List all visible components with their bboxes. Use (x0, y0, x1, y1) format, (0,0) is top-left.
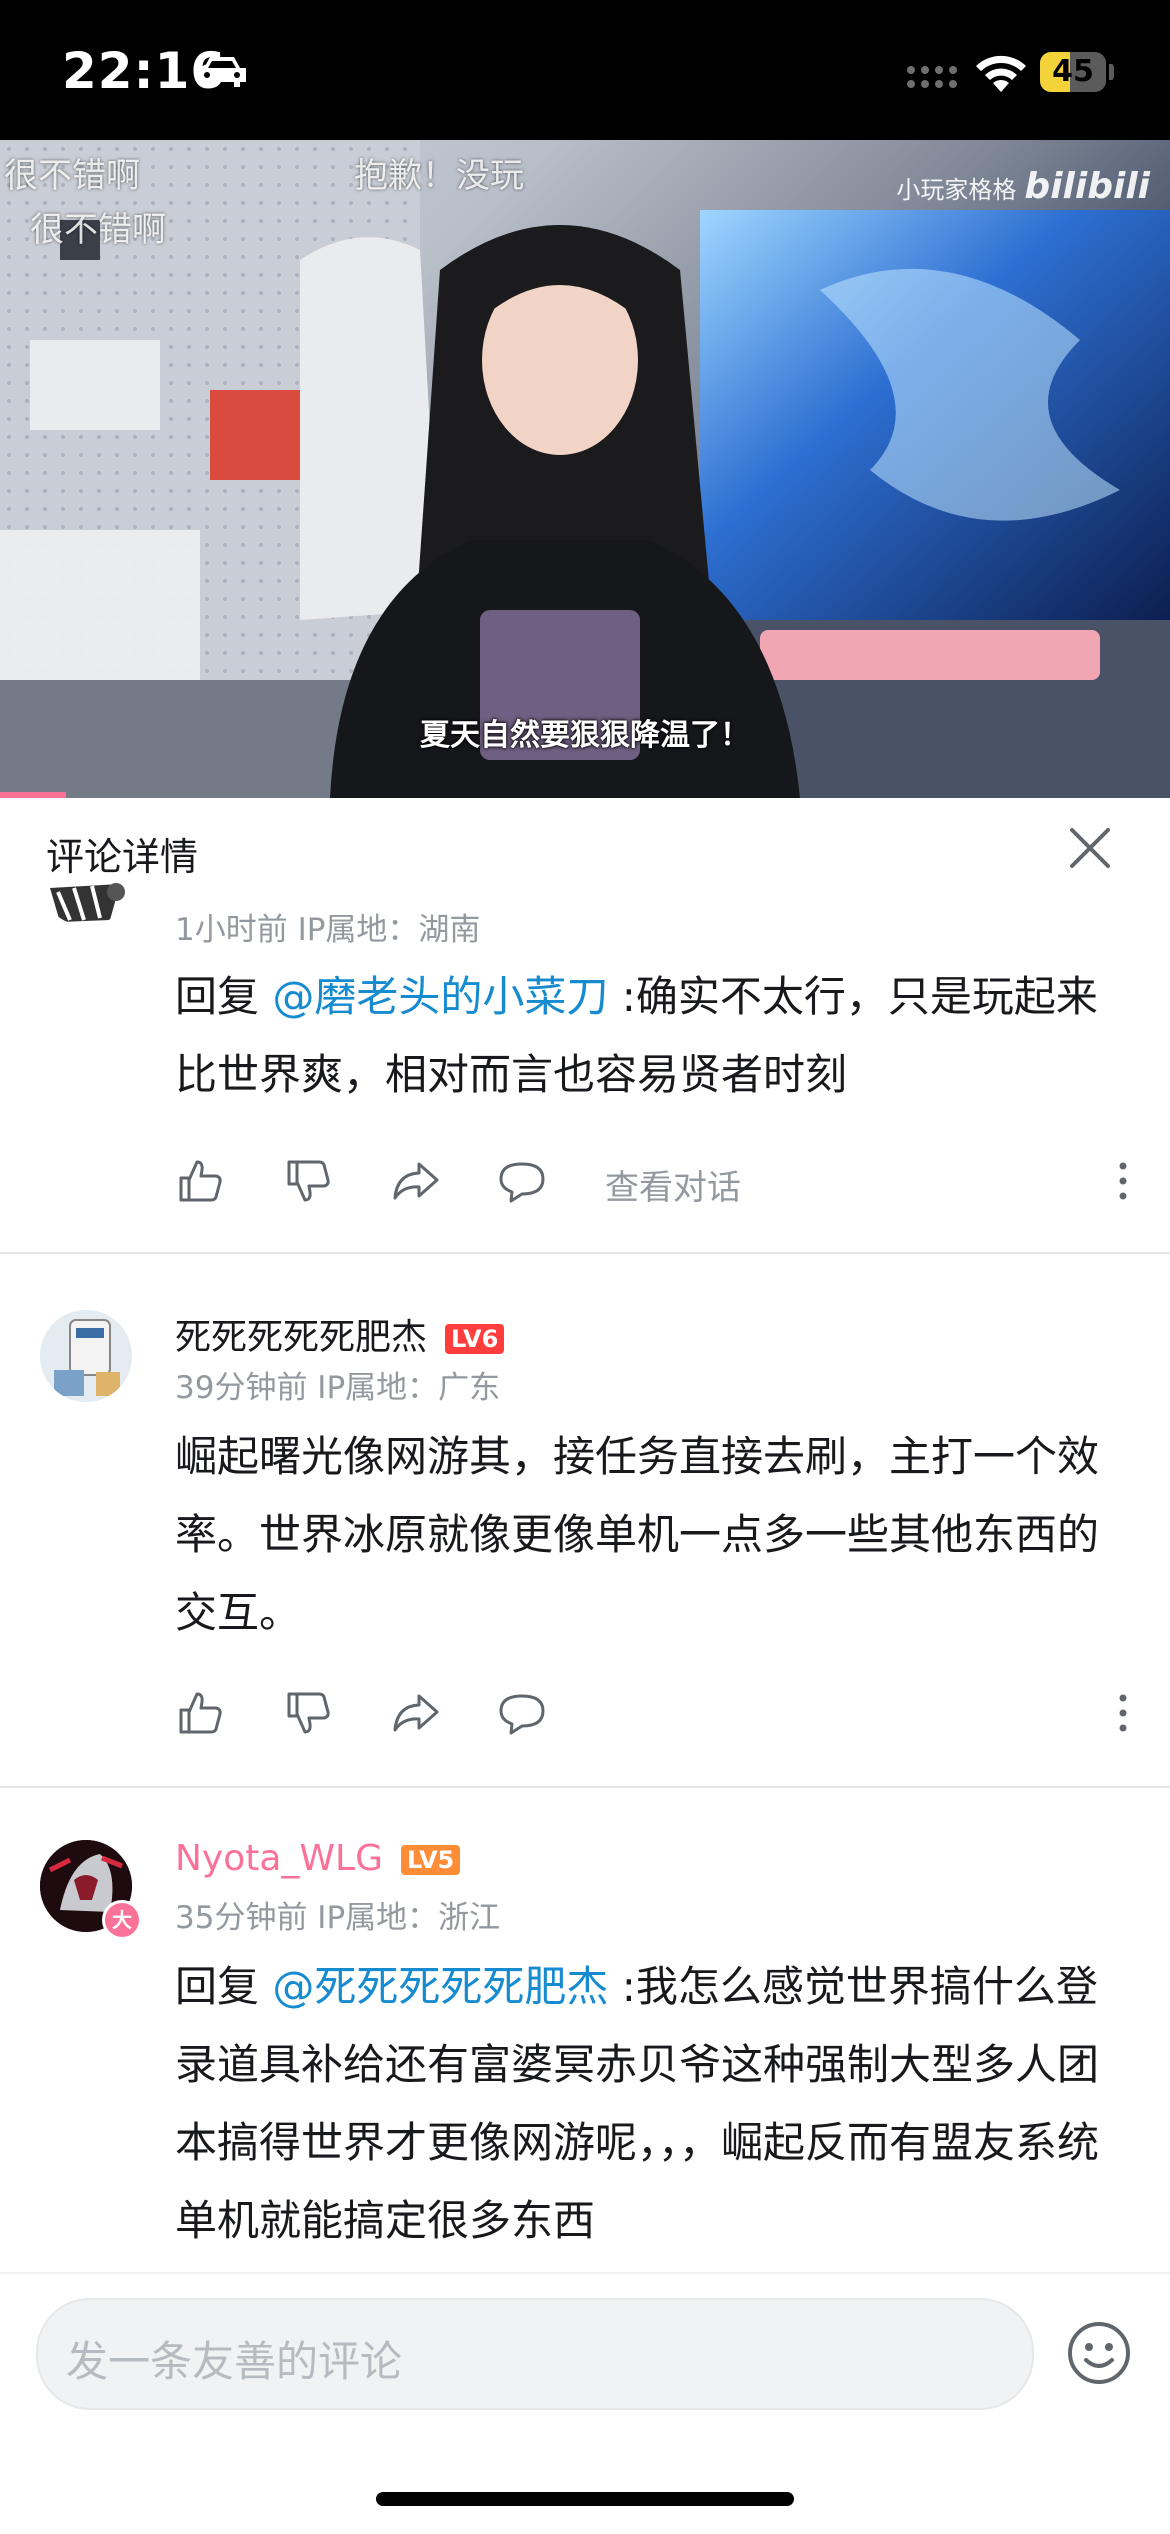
vip-badge: 大 (102, 1900, 142, 1940)
more-options-icon[interactable] (1111, 1156, 1135, 1206)
avatar-image (40, 1310, 132, 1402)
comment-actions (175, 1688, 1135, 1748)
battery-icon: 45 (1040, 52, 1106, 92)
home-indicator (376, 2492, 794, 2506)
emoji-icon[interactable] (1066, 2320, 1132, 2386)
comment-meta: 39分钟前 IP属地：广东 (175, 1370, 501, 1406)
like-icon[interactable] (175, 1688, 225, 1738)
video-subtitle: 夏天自然要狠狠降温了！ (420, 718, 750, 753)
reply-icon[interactable] (497, 1156, 547, 1206)
comment-actions: 查看对话 (175, 1156, 1135, 1216)
comment-input[interactable]: 发一条友善的评论 (36, 2298, 1034, 2410)
more-options-icon[interactable] (1111, 1688, 1135, 1738)
comment-item: 死死死死死肥杰 LV6 39分钟前 IP属地：广东 崛起曙光像网游其，接任务直接去… (0, 1254, 1170, 1784)
share-icon[interactable] (391, 1156, 441, 1206)
reply-prefix: 回复 (175, 1962, 273, 2011)
comment-input-placeholder: 发一条友善的评论 (66, 2337, 403, 2386)
comment-item: 大 Nyota_WLG LV5 35分钟前 IP属地：浙江 回复 @死死死死死肥杰… (0, 1788, 1170, 2272)
avatar[interactable]: 大 (40, 1840, 142, 1940)
level-badge: LV5 (400, 1845, 461, 1875)
video-player[interactable]: 很不错啊 很不错啊 抱歉！没玩 小玩家格格 bilibili 夏天自然要狠狠降温了… (0, 140, 1170, 798)
battery-nub (1109, 64, 1114, 80)
avatar-image (50, 883, 125, 922)
bilibili-logo: bilibili (1024, 166, 1150, 207)
video-watermark: 小玩家格格 bilibili (896, 166, 1150, 207)
comment-input-bar: 发一条友善的评论 (0, 2272, 1170, 2534)
comment-username[interactable]: 死死死死死肥杰 LV6 (175, 1308, 505, 1360)
watermark-uploader: 小玩家格格 (896, 176, 1017, 204)
signal-icon (907, 66, 957, 88)
avatar[interactable] (40, 1310, 132, 1402)
dislike-icon[interactable] (283, 1156, 333, 1206)
danmaku-comment: 抱歉！没玩 (354, 156, 524, 196)
share-icon[interactable] (391, 1688, 441, 1738)
car-icon (198, 57, 246, 87)
comment-body: 回复 @磨老头的小菜刀 :确实不太行，只是玩起来比世界爽，相对而言也容易贤者时刻 (175, 958, 1115, 1114)
comment-body: 回复 @死死死死死肥杰 :我怎么感觉世界搞什么登录道具补给还有富婆冥赤贝爷这种强… (175, 1948, 1115, 2260)
reply-prefix: 回复 (175, 972, 273, 1021)
comment-detail-header: 评论详情 (0, 798, 1170, 888)
mention-link[interactable]: @磨老头的小菜刀 (272, 972, 608, 1021)
video-frame-image (0, 140, 1170, 798)
status-bar: 22:16 45 (0, 0, 1170, 140)
username-text: Nyota_WLG (175, 1838, 383, 1879)
panel-title: 评论详情 (46, 835, 199, 879)
close-icon[interactable] (1062, 820, 1118, 876)
level-badge: LV6 (445, 1324, 505, 1354)
dislike-icon[interactable] (283, 1688, 333, 1738)
comment-item: 1小时前 IP属地：湖南 回复 @磨老头的小菜刀 :确实不太行，只是玩起来比世界… (0, 880, 1170, 1250)
comment-body: 崛起曙光像网游其，接任务直接去刷，主打一个效率。世界冰原就像更像单机一点多一些其… (175, 1432, 1100, 1637)
comment-meta: 1小时前 IP属地：湖南 (175, 912, 481, 948)
wifi-icon (976, 55, 1026, 92)
danmaku-comment: 很不错啊 (4, 156, 140, 196)
comment-username[interactable]: Nyota_WLG LV5 (175, 1838, 461, 1879)
comment-meta: 35分钟前 IP属地：浙江 (175, 1900, 501, 1936)
mention-link[interactable]: @死死死死死肥杰 (272, 1962, 608, 2011)
battery-percent: 45 (1052, 54, 1094, 89)
username-text: 死死死死死肥杰 (175, 1317, 428, 1358)
view-conversation-link[interactable]: 查看对话 (605, 1160, 741, 1209)
avatar[interactable] (40, 880, 132, 926)
like-icon[interactable] (175, 1156, 225, 1206)
reply-icon[interactable] (497, 1688, 547, 1738)
danmaku-comment: 很不错啊 (30, 210, 166, 250)
